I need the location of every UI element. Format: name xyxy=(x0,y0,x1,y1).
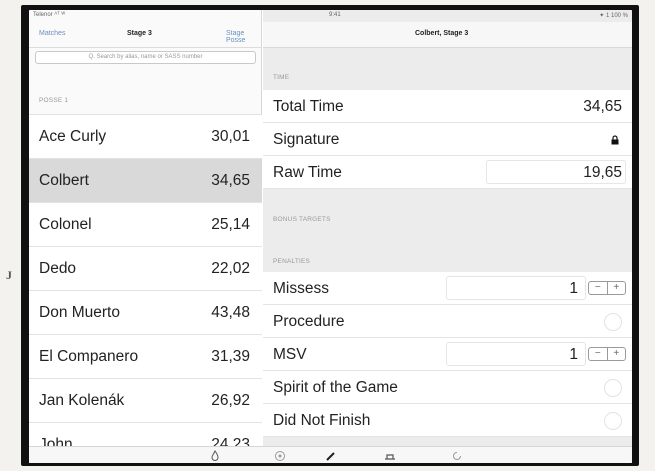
stage-title: Stage 3 xyxy=(127,30,152,37)
spirit-of-the-game-toggle[interactable] xyxy=(604,379,622,397)
refresh-icon[interactable] xyxy=(451,450,463,462)
procedure-toggle[interactable] xyxy=(604,313,622,331)
misses-row: Missess 1 − + xyxy=(263,272,632,305)
detail-navigation-bar: Colbert, Stage 3 xyxy=(263,22,632,48)
shooter-name: Ace Curly xyxy=(39,128,107,145)
msv-decrement-button[interactable]: − xyxy=(589,348,608,360)
hat-icon[interactable] xyxy=(384,450,396,462)
shooter-row[interactable]: Dedo 22,02 xyxy=(29,246,262,290)
shooter-time: 31,39 xyxy=(211,348,250,365)
paper-mark: J xyxy=(6,268,12,282)
misses-value: 1 xyxy=(569,280,578,297)
total-time-value: 34,65 xyxy=(583,98,622,115)
shooter-time: 34,65 xyxy=(211,172,250,189)
shooter-row[interactable]: Colonel 25,14 xyxy=(29,202,262,246)
shooter-row[interactable]: Colbert 34,65 xyxy=(29,158,262,202)
shooter-name: Jan Kolenák xyxy=(39,392,125,409)
misses-input[interactable] xyxy=(446,276,586,300)
shooter-time: 30,01 xyxy=(211,128,250,145)
msv-row: MSV 1 − + xyxy=(263,338,632,371)
carrier-text: Telenor ᴬᵀ ᵂ xyxy=(33,12,66,18)
raw-time-label: Raw Time xyxy=(273,164,342,181)
signature-label: Signature xyxy=(273,131,340,148)
target-icon[interactable] xyxy=(274,450,286,462)
procedure-row: Procedure xyxy=(263,305,632,338)
shooter-name: Don Muerto xyxy=(39,304,120,321)
shooter-name: Colonel xyxy=(39,216,92,233)
time-section-header: TIME xyxy=(273,74,290,81)
clock-text: 9:41 xyxy=(329,12,341,18)
shooter-time: 43,48 xyxy=(211,304,250,321)
left-navigation-bar: Matches Stage 3 Stage Posse xyxy=(29,22,262,48)
did-not-finish-label: Did Not Finish xyxy=(273,412,371,429)
misses-stepper[interactable]: − + xyxy=(588,281,626,295)
total-time-row: Total Time 34,65 xyxy=(263,90,632,123)
spirit-of-the-game-row: Spirit of the Game xyxy=(263,371,632,404)
raw-time-value: 19,65 xyxy=(583,164,622,181)
shooter-time: 25,14 xyxy=(211,216,250,233)
pen-icon[interactable] xyxy=(325,450,337,462)
procedure-label: Procedure xyxy=(273,313,345,330)
misses-increment-button[interactable]: + xyxy=(608,282,626,294)
shooter-name: El Companero xyxy=(39,348,139,365)
msv-increment-button[interactable]: + xyxy=(608,348,626,360)
bottom-toolbar xyxy=(29,446,632,463)
posse-header: POSSE 1 xyxy=(39,97,69,104)
bonus-targets-section-header: BONUS TARGETS xyxy=(273,216,331,223)
did-not-finish-toggle[interactable] xyxy=(604,412,622,430)
shooter-row[interactable]: Jan Kolenák 26,92 xyxy=(29,378,262,422)
status-bar: Telenor ᴬᵀ ᵂ 9:41 ✦ 1 100 % xyxy=(29,10,632,22)
shooter-time: 22,02 xyxy=(211,260,250,277)
msv-value: 1 xyxy=(569,346,578,363)
msv-stepper[interactable]: − + xyxy=(588,347,626,361)
flame-icon[interactable] xyxy=(209,450,221,462)
shooter-name: Dedo xyxy=(39,260,77,277)
shooter-name: Colbert xyxy=(39,172,89,189)
search-input[interactable]: Q. Search by alias, name or SASS number xyxy=(35,51,256,64)
ipad-screen: Matches Stage 3 Stage Posse Q. Search by… xyxy=(29,10,632,463)
shooter-row[interactable]: Ace Curly 30,01 xyxy=(29,114,262,158)
matches-back-button[interactable]: Matches xyxy=(39,30,65,37)
msv-label: MSV xyxy=(273,346,307,363)
spirit-of-the-game-label: Spirit of the Game xyxy=(273,379,398,396)
shooter-time: 26,92 xyxy=(211,392,250,409)
shooter-list: Ace Curly 30,01 Colbert 34,65 Colonel 25,14 De… xyxy=(29,114,262,463)
detail-title: Colbert, Stage 3 xyxy=(415,30,469,37)
detail-pane: Colbert, Stage 3 TIME Total Time 34,65 S… xyxy=(263,10,632,463)
msv-input[interactable] xyxy=(446,342,586,366)
battery-text: ✦ 1 100 % xyxy=(599,13,628,19)
shooter-list-pane: Matches Stage 3 Stage Posse Q. Search by… xyxy=(29,10,262,463)
misses-decrement-button[interactable]: − xyxy=(589,282,608,294)
stage-posse-button[interactable]: Stage Posse xyxy=(226,30,262,44)
misses-label: Missess xyxy=(273,280,329,297)
penalties-section-header: PENALTIES xyxy=(273,258,311,265)
shooter-row[interactable]: Don Muerto 43,48 xyxy=(29,290,262,334)
signature-row[interactable]: Signature xyxy=(263,123,632,156)
total-time-label: Total Time xyxy=(273,98,344,115)
raw-time-row: Raw Time 19,65 xyxy=(263,156,632,189)
did-not-finish-row: Did Not Finish xyxy=(263,404,632,437)
lock-icon xyxy=(611,135,619,145)
shooter-row[interactable]: El Companero 31,39 xyxy=(29,334,262,378)
